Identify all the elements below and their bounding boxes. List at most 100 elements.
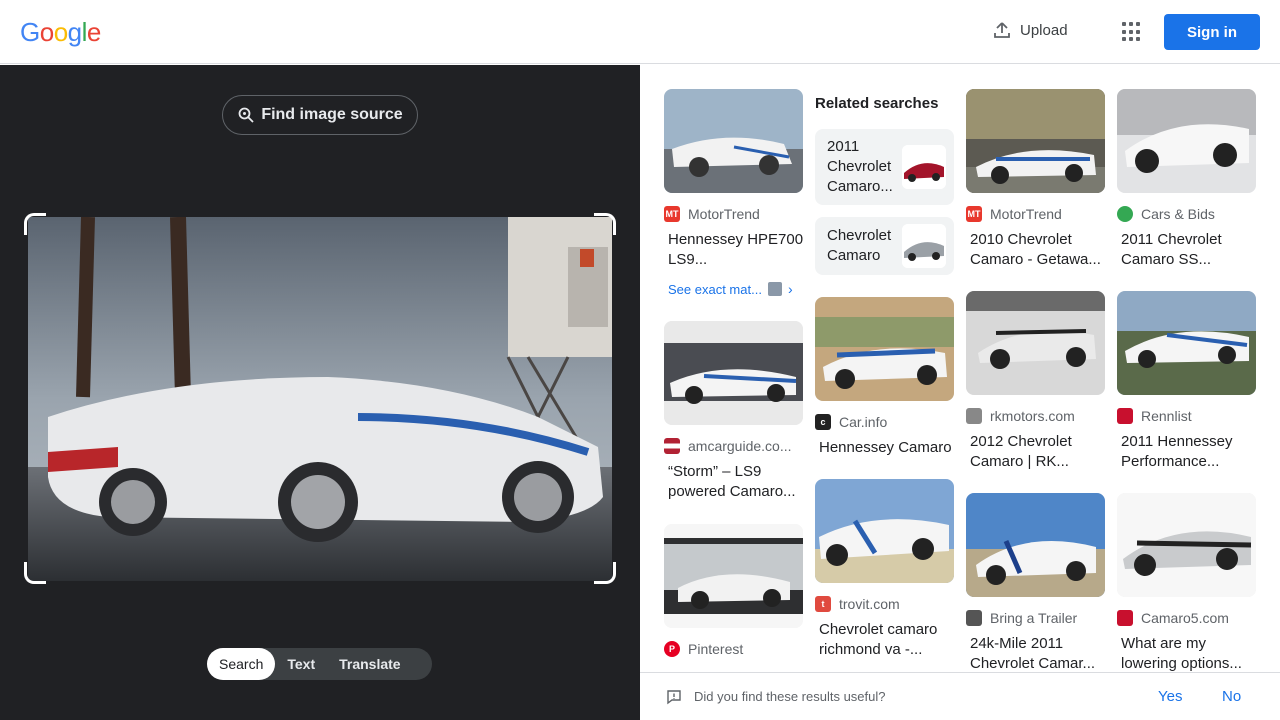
related-search-chip[interactable]: Chevrolet Camaro — [815, 217, 954, 275]
result-source: amcarguide.co... — [664, 438, 804, 454]
source-name: Cars & Bids — [1141, 206, 1215, 222]
upload-button[interactable]: Upload — [992, 20, 1068, 40]
source-name: trovit.com — [839, 596, 900, 612]
upload-icon — [994, 22, 1010, 38]
related-search-label: 2011 Chevrolet Camaro... — [827, 138, 893, 195]
crop-handle-top-left[interactable] — [24, 213, 46, 235]
result-thumbnail — [1117, 89, 1256, 193]
cars-and-bids-icon — [1117, 206, 1133, 222]
result-source: c Car.info — [815, 414, 955, 430]
source-name: Rennlist — [1141, 408, 1192, 424]
upload-label: Upload — [1020, 21, 1068, 39]
result-title: What are my lowering options... — [1121, 635, 1242, 672]
find-image-source-label: Find image source — [261, 106, 403, 123]
result-title: Hennessey HPE700 LS9... — [668, 231, 804, 268]
result-card[interactable]: Rennlist 2011 Hennessey Performance... — [1117, 291, 1257, 472]
result-thumbnail — [815, 479, 954, 583]
crop-handle-bottom-right[interactable] — [594, 562, 616, 584]
logo-letter: o — [39, 17, 54, 47]
result-thumbnail — [664, 321, 803, 425]
see-exact-label: See exact mat... — [668, 281, 762, 297]
result-source: t trovit.com — [815, 596, 955, 612]
top-header: Google Upload Sign in — [0, 0, 1280, 64]
source-name: Car.info — [839, 414, 888, 430]
tab-search[interactable]: Search — [207, 648, 276, 680]
result-source: rkmotors.com — [966, 408, 1106, 424]
us-flag-icon — [664, 438, 680, 454]
related-search-label: Chevrolet Camaro — [827, 227, 892, 264]
result-source: MT MotorTrend — [664, 206, 804, 222]
exact-match-thumb-icon — [767, 282, 782, 296]
logo-letter: g — [67, 17, 82, 47]
result-card[interactable]: P Pinterest — [664, 524, 804, 672]
result-thumbnail — [664, 524, 803, 628]
result-source: Bring a Trailer — [966, 610, 1106, 626]
tab-translate[interactable]: Translate — [327, 648, 412, 680]
chevron-right-icon: › — [787, 281, 793, 297]
result-source: Camaro5.com — [1117, 610, 1257, 626]
feedback-bar: Did you find these results useful? Yes N… — [640, 672, 1280, 720]
result-title: “Storm” – LS9 powered Camaro... — [668, 463, 796, 500]
logo-letter: e — [86, 17, 101, 47]
tab-text[interactable]: Text — [275, 648, 327, 680]
result-card[interactable]: MT MotorTrend 2010 Chevrolet Camaro - Get… — [966, 89, 1106, 270]
see-exact-matches-link[interactable]: See exact mat... › — [668, 281, 793, 297]
result-card[interactable]: rkmotors.com 2012 Chevrolet Camaro | RK.… — [966, 291, 1106, 472]
feedback-no-button[interactable]: No — [1222, 688, 1241, 705]
result-source: Rennlist — [1117, 408, 1257, 424]
source-name: Camaro5.com — [1141, 610, 1229, 626]
result-title: 2011 Chevrolet Camaro SS... — [1121, 231, 1222, 268]
result-card[interactable]: Camaro5.com What are my lowering options… — [1117, 493, 1257, 672]
result-card[interactable]: Bring a Trailer 24k-Mile 2011 Chevrolet … — [966, 493, 1106, 672]
bring-a-trailer-icon — [966, 610, 982, 626]
result-card[interactable]: c Car.info Hennessey Camaro — [815, 297, 955, 478]
result-thumbnail — [966, 493, 1105, 597]
sign-in-button[interactable]: Sign in — [1164, 14, 1260, 50]
lens-search-icon — [238, 107, 254, 123]
result-thumbnail — [966, 291, 1105, 395]
related-search-chip[interactable]: 2011 Chevrolet Camaro... — [815, 129, 954, 205]
visual-matches-panel: MT MotorTrend Hennessey HPE700 LS9... See… — [640, 65, 1280, 672]
crop-handle-top-right[interactable] — [594, 213, 616, 235]
source-name: rkmotors.com — [990, 408, 1075, 424]
query-image[interactable] — [28, 217, 612, 581]
logo-letter: G — [20, 17, 40, 47]
result-card[interactable]: MT MotorTrend Hennessey HPE700 LS9... — [664, 89, 804, 270]
lens-mode-tabs: Search Text Translate — [207, 648, 432, 680]
result-title: 24k-Mile 2011 Chevrolet Camar... — [970, 635, 1096, 672]
crop-handle-bottom-left[interactable] — [24, 562, 46, 584]
chevy-bowtie-icon — [1117, 610, 1133, 626]
result-thumbnail — [664, 89, 803, 193]
motortrend-icon: MT — [966, 206, 982, 222]
result-title: 2011 Hennessey Performance... — [1121, 433, 1233, 470]
logo-letter: o — [53, 17, 68, 47]
result-title: 2012 Chevrolet Camaro | RK... — [970, 433, 1072, 470]
result-source: P Pinterest — [664, 641, 804, 657]
result-thumbnail — [966, 89, 1105, 193]
motortrend-icon: MT — [664, 206, 680, 222]
result-title — [664, 665, 804, 672]
feedback-yes-button[interactable]: Yes — [1158, 688, 1182, 705]
result-thumbnail — [1117, 291, 1256, 395]
related-searches-title: Related searches — [815, 95, 939, 112]
result-card[interactable]: Cars & Bids 2011 Chevrolet Camaro SS... — [1117, 89, 1257, 270]
related-search-thumb — [902, 145, 946, 189]
result-title: 2010 Chevrolet Camaro - Getawa... — [970, 231, 1101, 268]
google-logo[interactable]: Google — [20, 17, 101, 48]
result-card[interactable]: t trovit.com Chevrolet camaro richmond va… — [815, 479, 955, 660]
carinfo-icon: c — [815, 414, 831, 430]
source-name: MotorTrend — [990, 206, 1062, 222]
result-title: Chevrolet camaro richmond va -... — [819, 621, 938, 658]
feedback-question: Did you find these results useful? — [694, 689, 886, 704]
car-photo — [28, 217, 612, 581]
pinterest-icon: P — [664, 641, 680, 657]
source-name: amcarguide.co... — [688, 438, 792, 454]
result-source: Cars & Bids — [1117, 206, 1257, 222]
find-image-source-button[interactable]: Find image source — [222, 95, 418, 135]
feedback-icon — [667, 689, 681, 704]
rkmotors-icon — [966, 408, 982, 424]
trovit-icon: t — [815, 596, 831, 612]
result-title: Hennessey Camaro — [819, 439, 952, 456]
result-card[interactable]: amcarguide.co... “Storm” – LS9 powered C… — [664, 321, 804, 502]
google-apps-icon[interactable] — [1122, 22, 1142, 42]
